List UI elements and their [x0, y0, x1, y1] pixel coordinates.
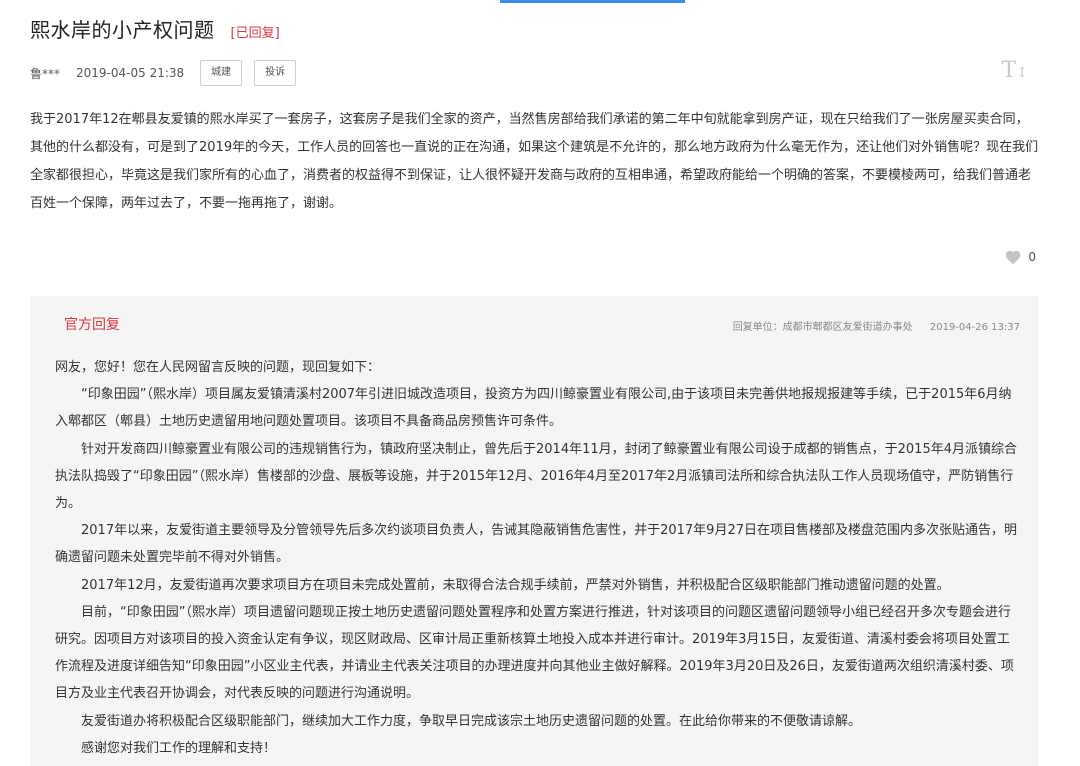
reply-date: 2019-04-26 13:37	[929, 322, 1020, 333]
reply-paragraph: 友爱街道办将积极配合区级职能部门，继续加大工作力度，争取早日完成该宗土地历史遗留…	[81, 713, 862, 729]
reply-paragraph: 针对开发商四川鲸豪置业有限公司的违规销售行为，镇政府坚决制止，曾先后于2014年…	[55, 441, 1017, 512]
like-count: 0	[1028, 250, 1036, 264]
reply-paragraph: 目前，“印象田园”（熙水岸）项目遗留问题现正按土地历史遗留问题处置程序和处置方案…	[55, 604, 1014, 702]
font-size-icon[interactable]: T↕	[1002, 58, 1028, 83]
reply-header: 官方回复 回复单位：成都市郫都区友爱街道办事处 2019-04-26 13:37	[30, 296, 1038, 352]
reply-status-badge: [已回复]	[230, 26, 280, 41]
reply-paragraph: “印象田园”（熙水岸）项目属友爱镇清溪村2007年引进旧城改造项目，投资方为四川…	[55, 387, 1012, 430]
official-reply-label: 官方回复	[64, 317, 120, 333]
post-date: 2019-04-05 21:38	[76, 66, 185, 80]
reply-unit: 回复单位：成都市郫都区友爱街道办事处	[732, 322, 913, 333]
reply-paragraph: 网友，您好！您在人民网留言反映的问题，现回复如下：	[55, 360, 381, 375]
top-accent-bar	[500, 0, 685, 3]
like-button[interactable]: 0	[1004, 249, 1036, 265]
post-header: 熙水岸的小产权问题 [已回复]	[30, 14, 280, 43]
post-content: 我于2017年12在郫县友爱镇的熙水岸买了一套房子，这套房子是我们全家的资产，当…	[30, 112, 1039, 211]
post-author: 鲁***	[30, 66, 61, 81]
tag-city-construction[interactable]: 城建	[200, 60, 243, 86]
heart-icon	[1006, 250, 1021, 265]
reply-paragraph: 2017年12月，友爱街道再次要求项目方在项目未完成处置前，未取得合法合规手续前…	[81, 577, 950, 593]
reply-paragraph: 感谢您对我们工作的理解和支持！	[81, 740, 277, 756]
reply-meta: 回复单位：成都市郫都区友爱街道办事处 2019-04-26 13:37	[733, 318, 1020, 333]
font-size-label: T	[1001, 58, 1017, 83]
reply-body: 网友，您好！您在人民网留言反映的问题，现回复如下： “印象田园”（熙水岸）项目属…	[55, 354, 1021, 762]
post-meta: 鲁*** 2019-04-05 21:38 城建 投诉	[30, 60, 308, 86]
post-title: 熙水岸的小产权问题	[30, 18, 215, 42]
official-reply-section: 官方回复 回复单位：成都市郫都区友爱街道办事处 2019-04-26 13:37…	[30, 296, 1038, 766]
tag-complaint[interactable]: 投诉	[254, 60, 297, 86]
reply-paragraph: 2017年以来，友爱街道主要领导及分管领导先后多次约谈项目负责人，告诫其隐蔽销售…	[55, 523, 1017, 566]
